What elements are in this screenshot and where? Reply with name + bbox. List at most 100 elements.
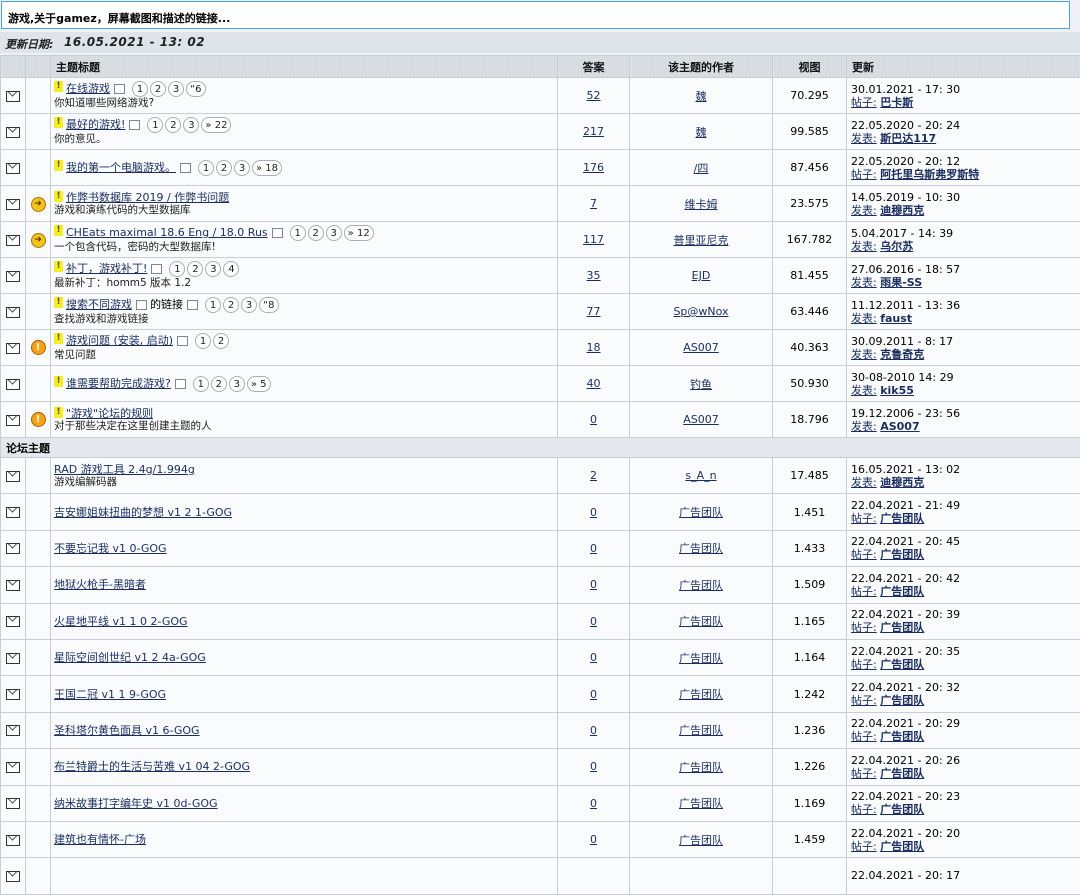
author-link[interactable]: /四: [694, 162, 709, 175]
replies-link[interactable]: 0: [590, 506, 597, 519]
replies-link[interactable]: 0: [590, 760, 597, 773]
replies-link[interactable]: 2: [590, 469, 597, 482]
updated-by-label[interactable]: 帖子:: [851, 694, 877, 707]
col-author-header[interactable]: 该主题的作者: [630, 56, 773, 78]
updated-by-user[interactable]: 雨果-SS: [880, 276, 922, 289]
topic-link[interactable]: 星际空间创世纪 v1 2 4a-GOG: [54, 651, 206, 664]
updated-by-user[interactable]: 斯巴达117: [880, 132, 936, 145]
author-link[interactable]: 魏: [696, 126, 707, 139]
topic-link[interactable]: 王国二冠 v1 1 9-GOG: [54, 688, 166, 701]
updated-by-label[interactable]: 帖子:: [851, 96, 877, 109]
page-link[interactable]: 2: [165, 117, 181, 133]
page-link[interactable]: 1: [195, 333, 211, 349]
author-link[interactable]: 广告团队: [679, 688, 723, 701]
topic-link[interactable]: "游戏"论坛的规则: [66, 407, 153, 420]
page-link[interactable]: 1: [132, 81, 148, 97]
updated-by-user[interactable]: 广告团队: [880, 512, 924, 525]
page-link[interactable]: 2: [223, 297, 239, 313]
page-link[interactable]: 4: [223, 261, 239, 277]
replies-link[interactable]: 7: [590, 197, 597, 210]
updated-by-user[interactable]: 广告团队: [880, 694, 924, 707]
col-topic-header[interactable]: 主题标题: [51, 56, 558, 78]
topic-link[interactable]: 纳米故事打字编年史 v1 0d-GOG: [54, 797, 218, 810]
page-link[interactable]: » 12: [344, 225, 374, 241]
author-link[interactable]: 广告团队: [679, 542, 723, 555]
author-link[interactable]: 广告团队: [679, 615, 723, 628]
replies-link[interactable]: 52: [587, 89, 601, 102]
page-link[interactable]: 2: [187, 261, 203, 277]
page-link[interactable]: “8: [259, 297, 279, 313]
updated-by-user[interactable]: 迪穆西克: [880, 204, 924, 217]
page-link[interactable]: 3: [241, 297, 257, 313]
page-link[interactable]: 2: [213, 333, 229, 349]
updated-by-label[interactable]: 帖子:: [851, 840, 877, 853]
author-link[interactable]: 广告团队: [679, 652, 723, 665]
updated-by-user[interactable]: 广告团队: [880, 658, 924, 671]
topic-link[interactable]: 搜索不同游戏: [66, 298, 132, 311]
updated-by-label[interactable]: 帖子:: [851, 548, 877, 561]
replies-link[interactable]: 0: [590, 542, 597, 555]
author-link[interactable]: 维卡姆: [685, 198, 718, 211]
author-link[interactable]: 广告团队: [679, 834, 723, 847]
updated-by-label[interactable]: 发表:: [851, 420, 877, 433]
page-link[interactable]: » 5: [247, 376, 271, 392]
topic-link[interactable]: 火星地平线 v1 1 0 2-GOG: [54, 615, 188, 628]
page-link[interactable]: 2: [150, 81, 166, 97]
author-link[interactable]: EJD: [692, 269, 711, 282]
topic-link[interactable]: 吉安娜姐妹扭曲的梦想 v1 2 1-GOG: [54, 506, 232, 519]
page-link[interactable]: » 22: [201, 117, 231, 133]
author-link[interactable]: 广告团队: [679, 506, 723, 519]
page-link[interactable]: 3: [183, 117, 199, 133]
updated-by-label[interactable]: 帖子:: [851, 168, 877, 181]
updated-by-user[interactable]: 广告团队: [880, 767, 924, 780]
updated-by-label[interactable]: 帖子:: [851, 621, 877, 634]
page-link[interactable]: 1: [169, 261, 185, 277]
updated-by-user[interactable]: faust: [880, 312, 912, 325]
replies-link[interactable]: 117: [583, 233, 604, 246]
updated-by-user[interactable]: 广告团队: [880, 803, 924, 816]
updated-by-user[interactable]: 克鲁奇克: [880, 348, 924, 361]
replies-link[interactable]: 0: [590, 651, 597, 664]
page-link[interactable]: 1: [205, 297, 221, 313]
page-link[interactable]: 2: [211, 376, 227, 392]
topic-link[interactable]: 我的第一个电脑游戏。: [66, 161, 176, 174]
topic-link[interactable]: 建筑也有情怀-广场: [54, 833, 146, 846]
replies-link[interactable]: 40: [587, 377, 601, 390]
replies-link[interactable]: 217: [583, 125, 604, 138]
updated-by-user[interactable]: 广告团队: [880, 621, 924, 634]
page-link[interactable]: 3: [168, 81, 184, 97]
author-link[interactable]: 普里亚尼克: [674, 234, 729, 247]
replies-link[interactable]: 0: [590, 578, 597, 591]
col-views-header[interactable]: 视图: [773, 56, 847, 78]
updated-by-user[interactable]: kik55: [880, 384, 914, 397]
updated-by-user[interactable]: 乌尔苏: [880, 240, 913, 253]
page-link[interactable]: 3: [205, 261, 221, 277]
author-link[interactable]: 广告团队: [679, 797, 723, 810]
author-link[interactable]: Sp@wNox: [673, 305, 728, 318]
page-link[interactable]: 1: [198, 160, 214, 176]
page-link[interactable]: 1: [290, 225, 306, 241]
col-updated-header[interactable]: 更新: [847, 56, 1080, 78]
author-link[interactable]: 广告团队: [679, 579, 723, 592]
page-link[interactable]: 2: [308, 225, 324, 241]
page-link[interactable]: “6: [186, 81, 206, 97]
replies-link[interactable]: 35: [587, 269, 601, 282]
topic-link[interactable]: RAD 游戏工具 2.4g/1.994g: [54, 463, 195, 476]
replies-link[interactable]: 176: [583, 161, 604, 174]
replies-link[interactable]: 0: [590, 413, 597, 426]
updated-by-label[interactable]: 帖子:: [851, 658, 877, 671]
page-link[interactable]: 3: [326, 225, 342, 241]
topic-link[interactable]: 不要忘记我 v1 0-GOG: [54, 542, 167, 555]
replies-link[interactable]: 0: [590, 797, 597, 810]
replies-link[interactable]: 0: [590, 724, 597, 737]
topic-link[interactable]: 最好的游戏!: [66, 118, 125, 131]
updated-by-label[interactable]: 帖子:: [851, 512, 877, 525]
updated-by-label[interactable]: 发表:: [851, 132, 877, 145]
author-link[interactable]: AS007: [683, 341, 719, 354]
updated-by-label[interactable]: 帖子:: [851, 767, 877, 780]
updated-by-user[interactable]: 广告团队: [880, 548, 924, 561]
topic-link[interactable]: 补丁，游戏补丁!: [66, 262, 147, 275]
updated-by-label[interactable]: 帖子:: [851, 585, 877, 598]
topic-link[interactable]: 圣科塔尔黄色面具 v1 6-GOG: [54, 724, 200, 737]
author-link[interactable]: 魏: [696, 90, 707, 103]
